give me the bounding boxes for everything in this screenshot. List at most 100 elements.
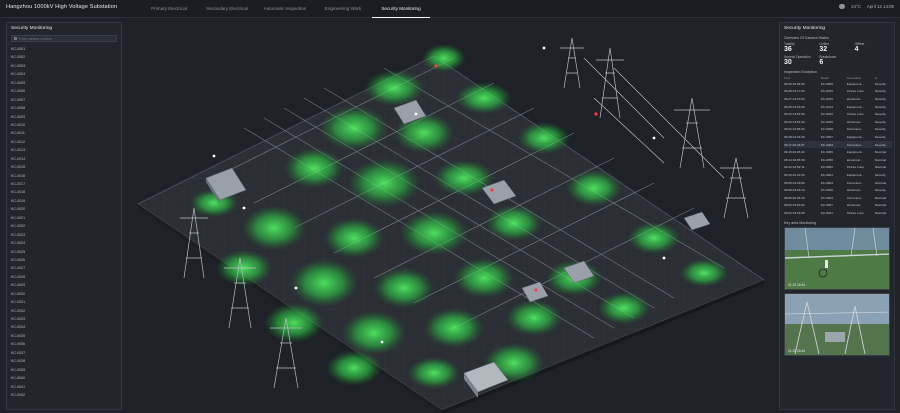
table-row[interactable]: 06:18:14:34:49 KC-0007 Equipment... Severit…	[784, 133, 892, 141]
search-input[interactable]	[18, 36, 116, 41]
camera-list-item[interactable]: KC-0029	[7, 281, 121, 289]
table-cell: Nominal	[874, 203, 887, 208]
table-cell: KC-0004	[820, 140, 847, 149]
key-area-thumbnail[interactable]: 01-22 16:44	[784, 226, 890, 290]
table-row[interactable]: 06:02:13:18:35 KC-0021 Picture Loss Nominal	[784, 209, 892, 217]
stat-breakdown: Breakdown 6	[819, 55, 837, 66]
table-row[interactable]: 06:03:13:20:42 KC-0007 abnormal... Nominal	[784, 202, 892, 210]
tab-primary-electrical[interactable]: Primary Electrical	[140, 0, 198, 18]
tab-secondary-electrical[interactable]: Secondary Electrical	[198, 0, 256, 18]
camera-list-item[interactable]: KC-0034	[7, 323, 121, 331]
table-cell: KC-0007	[820, 203, 833, 208]
camera-list-item[interactable]: KC-0041	[7, 383, 121, 391]
camera-list-item[interactable]: KC-0017	[7, 180, 121, 188]
substation-scene	[137, 37, 766, 413]
camera-list-item[interactable]: KC-0020	[7, 205, 121, 213]
camera-list-item[interactable]: KC-0022	[7, 222, 121, 230]
table-row[interactable]: 06:14:19:05:36 KC-0050 abnormal... Nominal	[784, 156, 892, 164]
app-title: Hangzhou 1000kV High Voltage Substation	[6, 4, 118, 10]
camera-list-item[interactable]: KC-0007	[7, 96, 121, 104]
table-cell: 06:03:13:20:42	[784, 203, 805, 208]
camera-list-item[interactable]: KC-0035	[7, 332, 121, 340]
datetime: April 12 14:09	[866, 4, 894, 9]
camera-list-item[interactable]: KC-0005	[7, 79, 121, 87]
camera-feed-image	[785, 227, 889, 289]
exception-title: Inspection Exception	[784, 70, 818, 74]
table-cell: abnormal...	[846, 119, 863, 124]
table-cell: 06:12:13:52:11	[784, 165, 805, 170]
table-cell: Severity	[874, 104, 886, 109]
table-cell: Severity	[874, 119, 886, 124]
camera-list-item[interactable]: KC-0031	[7, 298, 121, 306]
tab-automatic-inspection[interactable]: Automatic Inspection	[256, 0, 314, 18]
camera-list-item[interactable]: KC-0021	[7, 214, 121, 222]
table-row[interactable]: 06:05:20:35:20 KC-0003 Personnel... Nominal	[784, 194, 892, 202]
camera-list-item[interactable]: KC-0001	[7, 45, 121, 53]
table-cell: KC-0021	[820, 210, 833, 215]
camera-list-item[interactable]: KC-0009	[7, 113, 121, 121]
camera-list-item[interactable]: KC-0006	[7, 87, 121, 95]
table-cell: abnormal...	[846, 96, 863, 101]
table-cell: KC-0025	[820, 96, 833, 101]
table-row[interactable]: 06:25:13:23:30 KC-0013 Equipment... Severit…	[784, 103, 892, 111]
table-row[interactable]: 06:23:13:51:44 KC-0029 abnormal... Severity	[784, 118, 892, 126]
camera-list-item[interactable]: KC-0019	[7, 197, 121, 205]
camera-list-item[interactable]: KC-0032	[7, 307, 121, 315]
camera-list-item[interactable]: KC-0028	[7, 273, 121, 281]
camera-list-item[interactable]: KC-0003	[7, 62, 121, 70]
table-cell: Severity	[874, 140, 892, 149]
camera-list-item[interactable]: KC-0025	[7, 248, 121, 256]
table-row[interactable]: 06:28:13:17:33 KC-0025 Picture Loss Severit…	[784, 88, 892, 96]
table-row[interactable]: 06:09:13:18:09 KC-0003 Personnel... Nominal	[784, 179, 892, 187]
camera-list-item[interactable]: KC-0015	[7, 163, 121, 171]
camera-list-item[interactable]: KC-0039	[7, 366, 121, 374]
camera-list-item[interactable]: KC-0008	[7, 104, 121, 112]
table-row[interactable]: 06:12:13:52:11 KC-0002 Picture Loss Nominal	[784, 164, 892, 172]
table-cell: KC-0002	[820, 165, 833, 170]
camera-list-item[interactable]: KC-0023	[7, 231, 121, 239]
table-row[interactable]: 06:22:13:05:34 KC-0006 Personnel... Severit…	[784, 126, 892, 134]
table-row[interactable]: 06:27:13:15:23 KC-0025 abnormal... Severity	[784, 95, 892, 103]
camera-list-item[interactable]: KC-0012	[7, 138, 121, 146]
camera-list-item[interactable]: KC-0027	[7, 264, 121, 272]
camera-list-item[interactable]: KC-0002	[7, 53, 121, 61]
camera-list-item[interactable]: KC-0036	[7, 340, 121, 348]
camera-list-item[interactable]: KC-0040	[7, 374, 121, 382]
main-nav: Primary Electrical Secondary Electrical …	[140, 0, 430, 18]
camera-list-item[interactable]: KC-0024	[7, 239, 121, 247]
table-row[interactable]: 06:30:16:06:05 KC-0009 Equipment... Severit…	[784, 80, 892, 88]
search-box[interactable]	[11, 35, 117, 42]
camera-list: KC-0001 KC-0002 KC-0003 KC-0004 KC-0005 KC-00…	[7, 45, 121, 399]
camera-list-item[interactable]: KC-0010	[7, 121, 121, 129]
camera-list-item[interactable]: KC-0013	[7, 146, 121, 154]
camera-list-item[interactable]: KC-0016	[7, 172, 121, 180]
key-area-thumbnail[interactable]: 01-22 16:44	[784, 292, 890, 356]
table-row[interactable]: 06:17:22:44:07 KC-0004 Personnel... Severit…	[784, 140, 892, 149]
camera-list-item[interactable]: KC-0042	[7, 391, 121, 399]
camera-list-item[interactable]: KC-0014	[7, 155, 121, 163]
table-cell: KC-0025	[820, 89, 833, 94]
camera-list-item[interactable]: KC-0030	[7, 290, 121, 298]
camera-list-item[interactable]: KC-0011	[7, 129, 121, 137]
table-cell: Personnel...	[846, 127, 864, 132]
substation-3d-map[interactable]	[124, 18, 776, 413]
camera-list-item[interactable]: KC-0038	[7, 357, 121, 365]
security-overview-panel: Security Monitoring Overview Of Camera S…	[779, 22, 895, 410]
tab-security-monitoring[interactable]: Security Monitoring	[372, 0, 430, 18]
camera-list-item[interactable]: KC-0004	[7, 70, 121, 78]
table-cell: KC-0006	[820, 127, 833, 132]
table-cell: Equipment...	[846, 172, 864, 177]
table-row[interactable]: 06:15:22:26:22 KC-0009 Equipment... Nominal	[784, 148, 892, 156]
tab-engineering-work[interactable]: Engineering Work	[314, 0, 372, 18]
exception-table: Time Model Description Lv 06:30:16:06:05…	[784, 75, 892, 217]
camera-list-item[interactable]: KC-0018	[7, 188, 121, 196]
camera-list-item[interactable]: KC-0037	[7, 349, 121, 357]
key-area-title: Key area Monitoring	[784, 220, 817, 225]
table-row[interactable]: 06:24:13:51:06 KC-0022 Picture Loss Severit…	[784, 110, 892, 118]
table-cell: KC-0001	[820, 172, 833, 177]
camera-list-item[interactable]: KC-0026	[7, 256, 121, 264]
table-row[interactable]: 06:10:22:22:20 KC-0001 Equipment... Severit…	[784, 171, 892, 179]
table-row[interactable]: 06:08:13:18:14 KC-0006 abnormal... Severity	[784, 186, 892, 194]
table-cell: Severity	[874, 134, 886, 139]
camera-list-item[interactable]: KC-0033	[7, 315, 121, 323]
